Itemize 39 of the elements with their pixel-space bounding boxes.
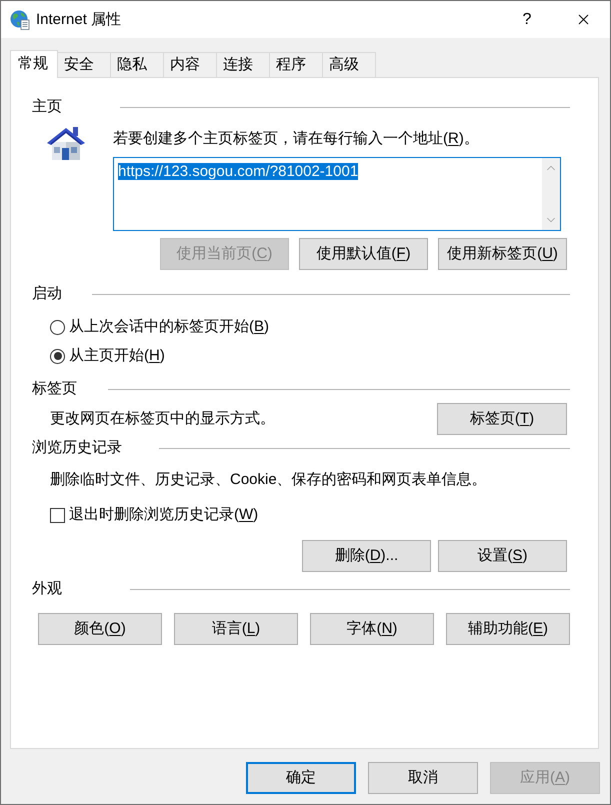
section-heading: 浏览历史记录 [32, 438, 122, 458]
tab[interactable]: 高级 [323, 52, 376, 77]
tab[interactable]: 安全 [58, 52, 111, 77]
tab[interactable]: 常规 [10, 50, 58, 78]
history-description: 删除临时文件、历史记录、Cookie、保存的密码和网页表单信息。 [50, 470, 487, 490]
section-heading: 标签页 [32, 379, 77, 399]
tab[interactable]: 隐私 [111, 52, 164, 77]
use-default-button[interactable]: 使用默认值(F) [299, 238, 428, 270]
section-heading: 外观 [32, 579, 62, 599]
house-icon [46, 125, 86, 161]
checkbox[interactable] [50, 508, 65, 522]
instruction-text: 若要创建多个主页标签页，请在每行输入一个地址(R)。 [113, 129, 480, 149]
radio-option[interactable]: 从主页开始(H) [50, 346, 165, 366]
delete-button[interactable]: 删除(D)... [302, 540, 431, 572]
tab[interactable]: 连接 [217, 52, 270, 77]
checkbox-option[interactable]: 退出时删除浏览历史记录(W) [50, 505, 258, 525]
window-title: Internet 属性 [36, 10, 122, 30]
tabs-button[interactable]: 标签页(T) [437, 403, 567, 435]
tabs-description: 更改网页在标签页中的显示方式。 [50, 409, 275, 429]
tab[interactable]: 程序 [270, 52, 323, 77]
address-text: https://123.sogou.com/?81002-1001 [118, 163, 358, 180]
address-field[interactable]: https://123.sogou.com/?81002-1001 [113, 157, 561, 231]
section-heading: 主页 [32, 97, 62, 117]
tab[interactable]: 内容 [164, 52, 217, 77]
ok-button[interactable]: 确定 [246, 762, 356, 794]
use-new-tab-button[interactable]: 使用新标签页(U) [438, 238, 567, 270]
help-button[interactable]: ? [512, 4, 542, 34]
globe-icon [10, 10, 30, 30]
fonts-button[interactable]: 字体(N) [310, 613, 434, 645]
cancel-button[interactable]: 取消 [368, 762, 478, 794]
scrollbar[interactable] [542, 158, 560, 230]
section-heading: 启动 [32, 284, 62, 304]
radio-button[interactable] [50, 320, 65, 334]
settings-button[interactable]: 设置(S) [438, 540, 567, 572]
languages-button[interactable]: 语言(L) [174, 613, 298, 645]
colors-button[interactable]: 颜色(O) [38, 613, 162, 645]
radio-option[interactable]: 从上次会话中的标签页开始(B) [50, 317, 270, 337]
accessibility-button[interactable]: 辅助功能(E) [446, 613, 570, 645]
radio-button[interactable] [50, 348, 65, 364]
